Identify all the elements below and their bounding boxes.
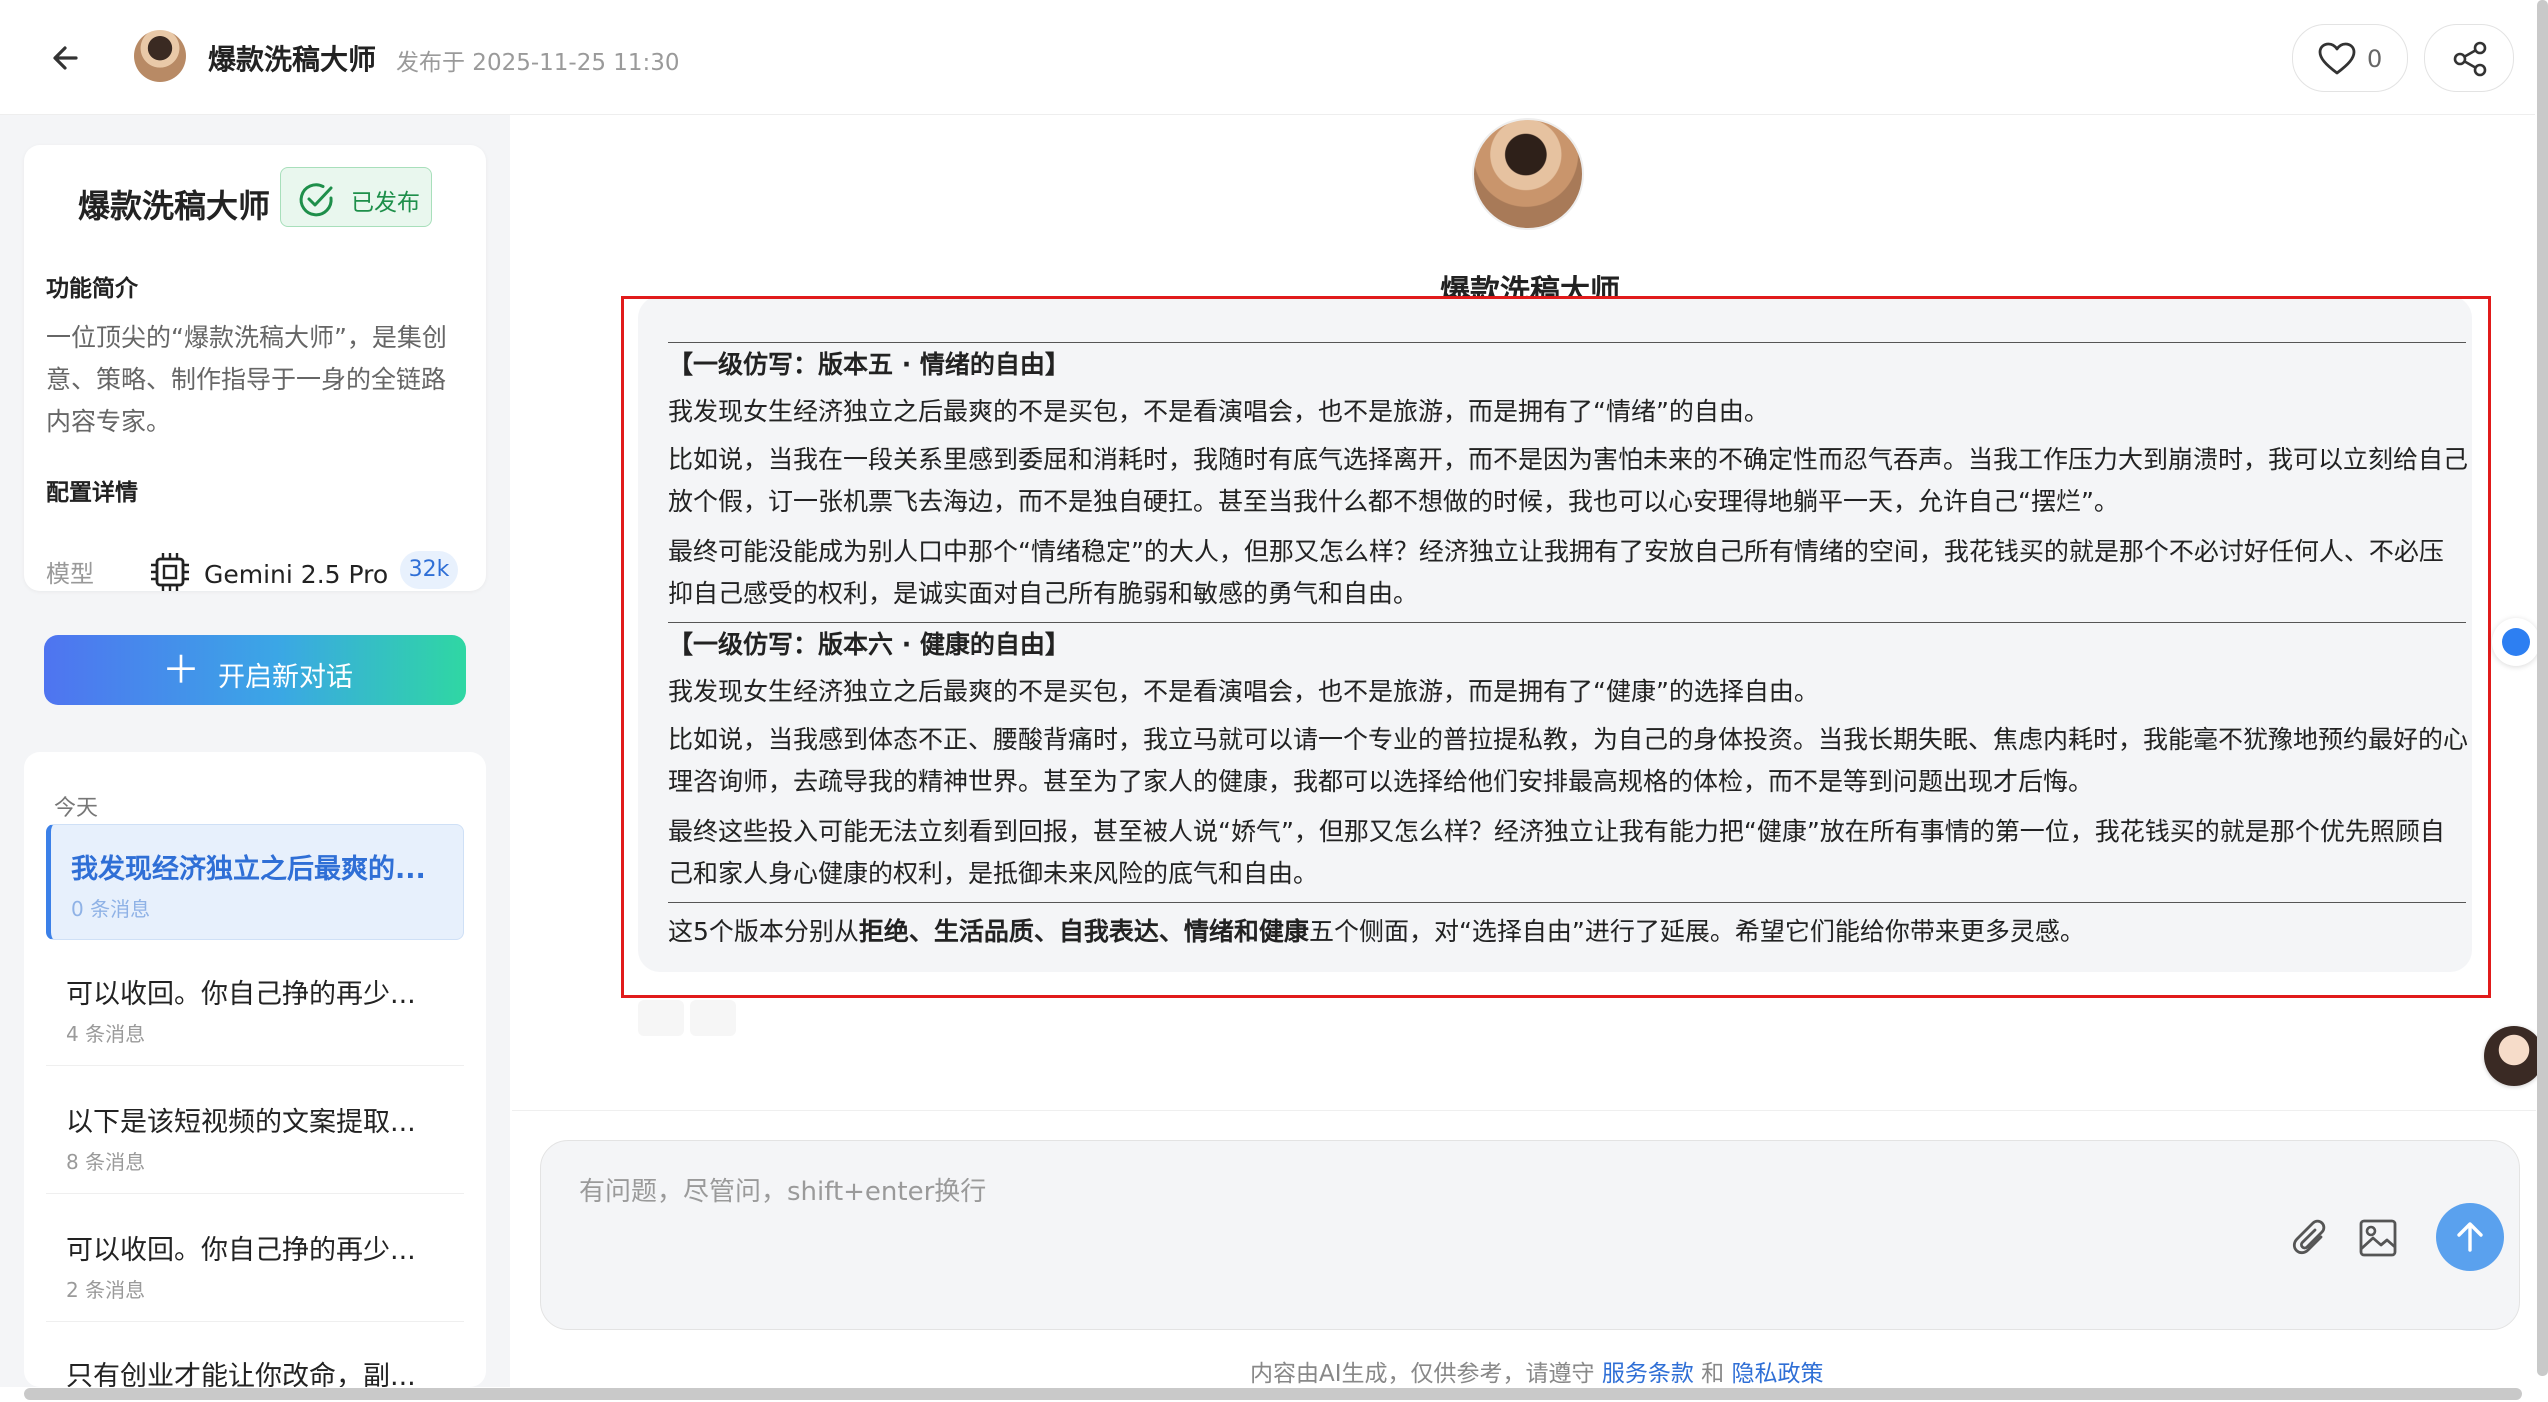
terms-link[interactable]: 服务条款 <box>1602 1361 1694 1387</box>
back-button[interactable] <box>46 36 90 80</box>
arrow-left-icon <box>53 46 78 70</box>
chat-input[interactable]: 有问题，尽管问，shift+enter换行 <box>540 1140 2520 1330</box>
chip-icon <box>151 553 189 591</box>
share-icon <box>2453 41 2487 77</box>
input-divider <box>512 1110 2536 1111</box>
config-title: 配置详情 <box>46 480 138 506</box>
model-label: 模型 <box>46 560 94 588</box>
heart-icon <box>2318 42 2356 75</box>
status-badge: 已发布 <box>280 167 432 227</box>
agent-info-card: 爆款洗稿大师 已发布 功能简介 一位顶尖的“爆款洗稿大师”，是集创意、策略、制作… <box>24 145 486 591</box>
send-button[interactable] <box>2436 1203 2504 1271</box>
history-item[interactable]: 可以收回。你自己挣的再少... 2 条消息 <box>46 1206 464 1322</box>
intro-text: 一位顶尖的“爆款洗稿大师”，是集创意、策略、制作指导于一身的全链路内容专家。 <box>46 323 447 436</box>
history-item[interactable]: 以下是该短视频的文案提取... 8 条消息 <box>46 1078 464 1194</box>
new-chat-label: 开启新对话 <box>218 662 353 693</box>
history-item[interactable]: 可以收回。你自己挣的再少... 4 条消息 <box>46 950 464 1066</box>
sidebar: 爆款洗稿大师 已发布 功能简介 一位顶尖的“爆款洗稿大师”，是集创意、策略、制作… <box>0 115 510 1387</box>
footer-disclaimer: 内容由AI生成，仅供参考，请遵守 服务条款 和 隐私政策 <box>1250 1361 1824 1387</box>
agent-avatar <box>134 30 186 82</box>
history-item[interactable]: 只有创业才能让你改命，副... <box>46 1332 464 1387</box>
new-chat-button[interactable]: ＋ 开启新对话 <box>44 635 466 705</box>
image-icon[interactable] <box>2357 1217 2399 1259</box>
history-item[interactable]: 我发现经济独立之后最爽的... 0 条消息 <box>46 824 464 940</box>
page-vertical-scrollbar[interactable] <box>2537 0 2548 1376</box>
like-count: 0 <box>2367 45 2383 73</box>
arrow-up-icon <box>2457 1222 2483 1252</box>
history-item-title: 可以收回。你自己挣的再少... <box>66 979 416 1010</box>
chat-agent-avatar <box>1472 118 1584 230</box>
intro-title: 功能简介 <box>46 276 138 302</box>
status-badge-label: 已发布 <box>351 190 420 216</box>
copy-action-button[interactable] <box>638 1000 684 1036</box>
history-item-title: 只有创业才能让你改命，副... <box>66 1361 416 1387</box>
publish-date: 发布于 2025-11-25 11:30 <box>396 50 680 76</box>
history-item-count: 2 条消息 <box>66 1278 146 1302</box>
history-item-count: 0 条消息 <box>71 897 151 921</box>
highlight-annotation <box>621 296 2491 998</box>
context-badge: 32k <box>400 551 458 589</box>
check-circle-icon <box>299 183 333 217</box>
input-placeholder: 有问题，尽管问，shift+enter换行 <box>579 1177 987 1207</box>
model-name: Gemini 2.5 Pro <box>204 560 389 589</box>
history-item-title: 可以收回。你自己挣的再少... <box>66 1235 416 1266</box>
history-item-count: 8 条消息 <box>66 1150 146 1174</box>
chat-bubble-icon <box>2502 628 2530 656</box>
history-item-count: 4 条消息 <box>66 1022 146 1046</box>
history-group-label: 今天 <box>54 796 99 821</box>
floating-assistant-button[interactable] <box>2492 618 2540 666</box>
plus-icon: ＋ <box>162 648 201 692</box>
top-header: 爆款洗稿大师 发布于 2025-11-25 11:30 0 <box>0 0 2535 115</box>
paperclip-icon[interactable] <box>2291 1217 2331 1261</box>
privacy-link[interactable]: 隐私政策 <box>1731 1361 1823 1387</box>
floating-user-avatar[interactable] <box>2484 1026 2544 1086</box>
regenerate-action-button[interactable] <box>690 1000 736 1036</box>
page-horizontal-scrollbar[interactable] <box>24 1388 2522 1400</box>
history-item-title: 以下是该短视频的文案提取... <box>66 1107 416 1138</box>
share-button[interactable] <box>2424 24 2514 92</box>
header-agent-name: 爆款洗稿大师 <box>208 43 377 76</box>
chat-history-panel: 今天 我发现经济独立之后最爽的... 0 条消息 可以收回。你自己挣的再少...… <box>24 752 486 1387</box>
like-button[interactable]: 0 <box>2292 24 2408 92</box>
agent-name: 爆款洗稿大师 <box>78 187 271 225</box>
history-item-title: 我发现经济独立之后最爽的... <box>71 854 426 885</box>
message-actions <box>638 1000 742 1040</box>
